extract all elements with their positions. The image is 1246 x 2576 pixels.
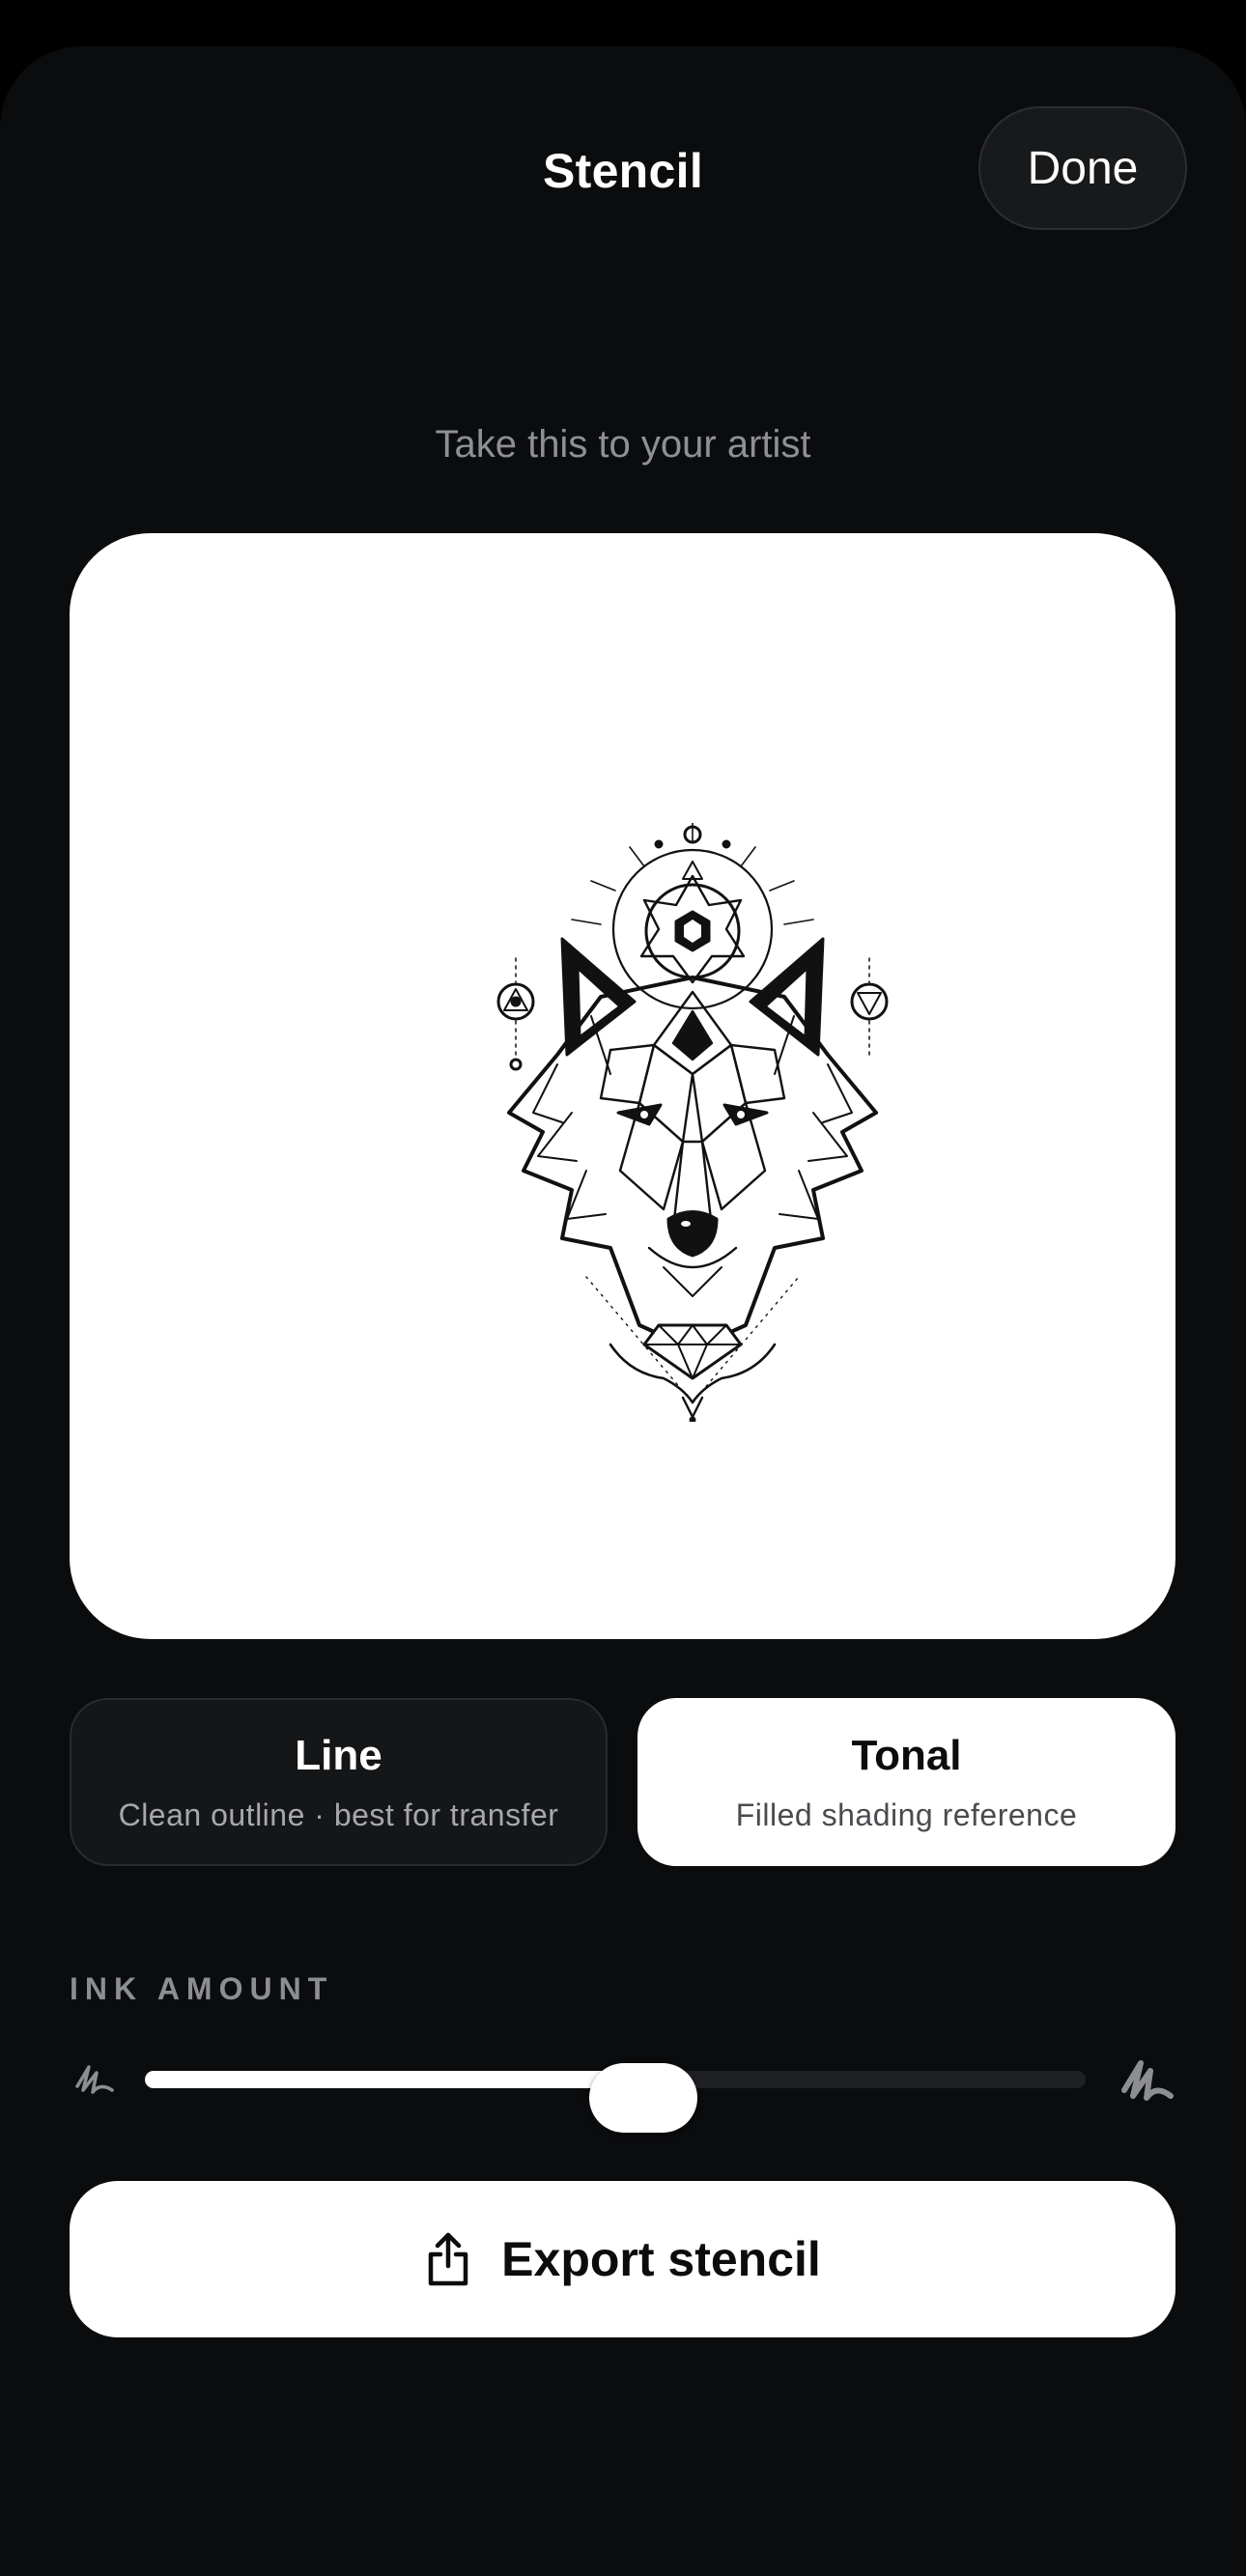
export-stencil-button[interactable]: Export stencil bbox=[70, 2181, 1175, 2337]
mode-tonal-option[interactable]: Tonal Filled shading reference bbox=[637, 1698, 1175, 1866]
preview-subtitle: Take this to your artist bbox=[435, 423, 811, 466]
stencil-preview bbox=[70, 533, 1175, 1639]
ink-amount-slider[interactable] bbox=[70, 2044, 1175, 2133]
ink-slider-track[interactable] bbox=[145, 2063, 1086, 2133]
mode-line-option[interactable]: Line Clean outline · best for transfer bbox=[70, 1698, 608, 1866]
mode-tonal-description: Filled shading reference bbox=[735, 1797, 1078, 1832]
mode-line-label: Line bbox=[295, 1731, 382, 1779]
ink-slider-fill bbox=[145, 2071, 644, 2088]
ink-slider-thumb[interactable] bbox=[589, 2063, 698, 2133]
ink-amount-label: INK AMOUNT bbox=[70, 1971, 334, 2006]
mode-line-description: Clean outline · best for transfer bbox=[118, 1797, 559, 1832]
share-icon bbox=[428, 2232, 468, 2286]
wolf-stencil-image bbox=[496, 823, 889, 1422]
scribble-light-icon bbox=[75, 2065, 114, 2094]
done-button[interactable]: Done bbox=[978, 106, 1187, 230]
export-stencil-label: Export stencil bbox=[501, 2232, 821, 2286]
stencil-sheet: Stencil Done Take this to your artist Li… bbox=[0, 46, 1246, 2576]
mode-tonal-label: Tonal bbox=[851, 1731, 962, 1779]
scribble-heavy-icon bbox=[1121, 2060, 1174, 2101]
